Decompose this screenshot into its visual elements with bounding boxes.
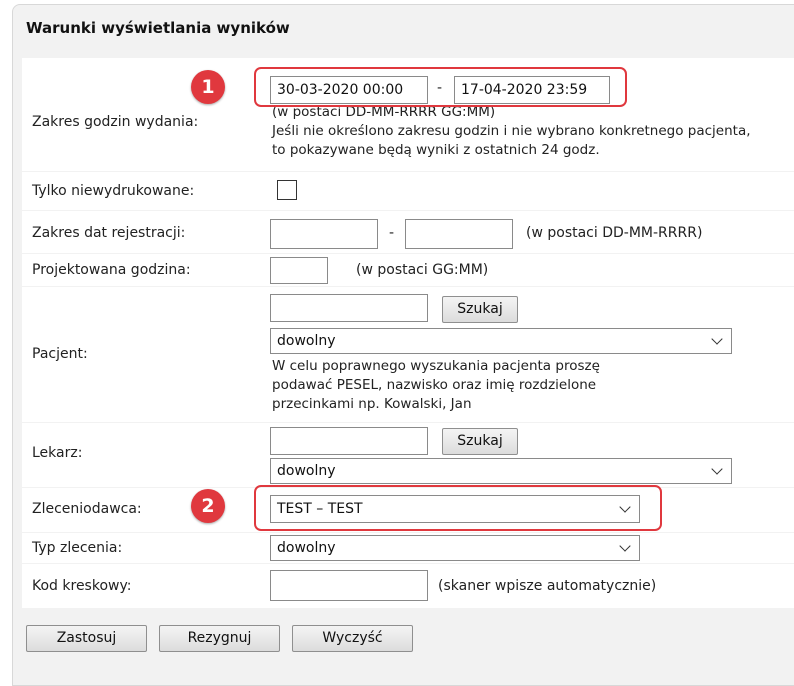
release-info-line2: to pokazywane będą wyniki z ostatnich 24… xyxy=(272,142,600,158)
doctor-select-value: dowolny xyxy=(277,463,336,479)
registration-format-note: (w postaci DD-MM-RRRR) xyxy=(526,225,703,241)
unprinted-checkbox[interactable] xyxy=(277,180,297,200)
unprinted-label: Tylko niewydrukowane: xyxy=(32,183,195,199)
doctor-search-input[interactable] xyxy=(270,427,428,455)
patient-search-button[interactable]: Szukaj xyxy=(442,296,518,323)
step-badge-2: 2 xyxy=(191,489,225,523)
order-type-select[interactable]: dowolny xyxy=(270,535,640,561)
barcode-input[interactable] xyxy=(270,570,428,601)
barcode-note: (skaner wpisze automatycznie) xyxy=(438,578,657,594)
doctor-select[interactable]: dowolny xyxy=(270,458,732,484)
step-badge-1: 1 xyxy=(191,70,225,104)
clear-button[interactable]: Wyczyść xyxy=(292,625,413,652)
patient-info-line3: przecinkami np. Kowalski, Jan xyxy=(272,396,472,412)
chevron-down-icon xyxy=(711,333,723,345)
chevron-down-icon xyxy=(619,540,631,552)
orderer-highlight-frame xyxy=(254,485,662,531)
patient-select-value: dowolny xyxy=(277,333,336,349)
registration-to-input[interactable] xyxy=(405,219,513,249)
patient-info-line1: W celu poprawnego wyszukania pacjenta pr… xyxy=(272,358,600,374)
patient-label: Pacjent: xyxy=(32,346,88,362)
projected-hour-input[interactable] xyxy=(270,257,328,284)
registration-separator: - xyxy=(389,225,395,241)
cancel-button[interactable]: Rezygnuj xyxy=(159,625,280,652)
panel-title: Warunki wyświetlania wyników xyxy=(26,19,290,37)
doctor-search-button[interactable]: Szukaj xyxy=(442,428,518,455)
doctor-label: Lekarz: xyxy=(32,445,83,461)
projected-hour-format-note: (w postaci GG:MM) xyxy=(356,262,489,278)
order-type-select-value: dowolny xyxy=(277,540,336,556)
apply-button[interactable]: Zastosuj xyxy=(26,625,147,652)
projected-hour-label: Projektowana godzina: xyxy=(32,262,191,278)
registration-dates-label: Zakres dat rejestracji: xyxy=(32,225,186,241)
release-info-line1: Jeśli nie określono zakresu godzin i nie… xyxy=(272,123,751,139)
release-hours-label: Zakres godzin wydania: xyxy=(32,114,199,130)
patient-search-input[interactable] xyxy=(270,294,428,322)
registration-from-input[interactable] xyxy=(270,219,378,249)
orderer-label: Zleceniodawca: xyxy=(32,501,142,517)
barcode-label: Kod kreskowy: xyxy=(32,578,132,594)
patient-info-line2: podawać PESEL, nazwisko oraz imię rozdzi… xyxy=(272,377,597,393)
release-highlight-frame xyxy=(254,67,627,107)
patient-select[interactable]: dowolny xyxy=(270,328,732,354)
order-type-label: Typ zlecenia: xyxy=(32,540,123,556)
chevron-down-icon xyxy=(711,463,723,475)
